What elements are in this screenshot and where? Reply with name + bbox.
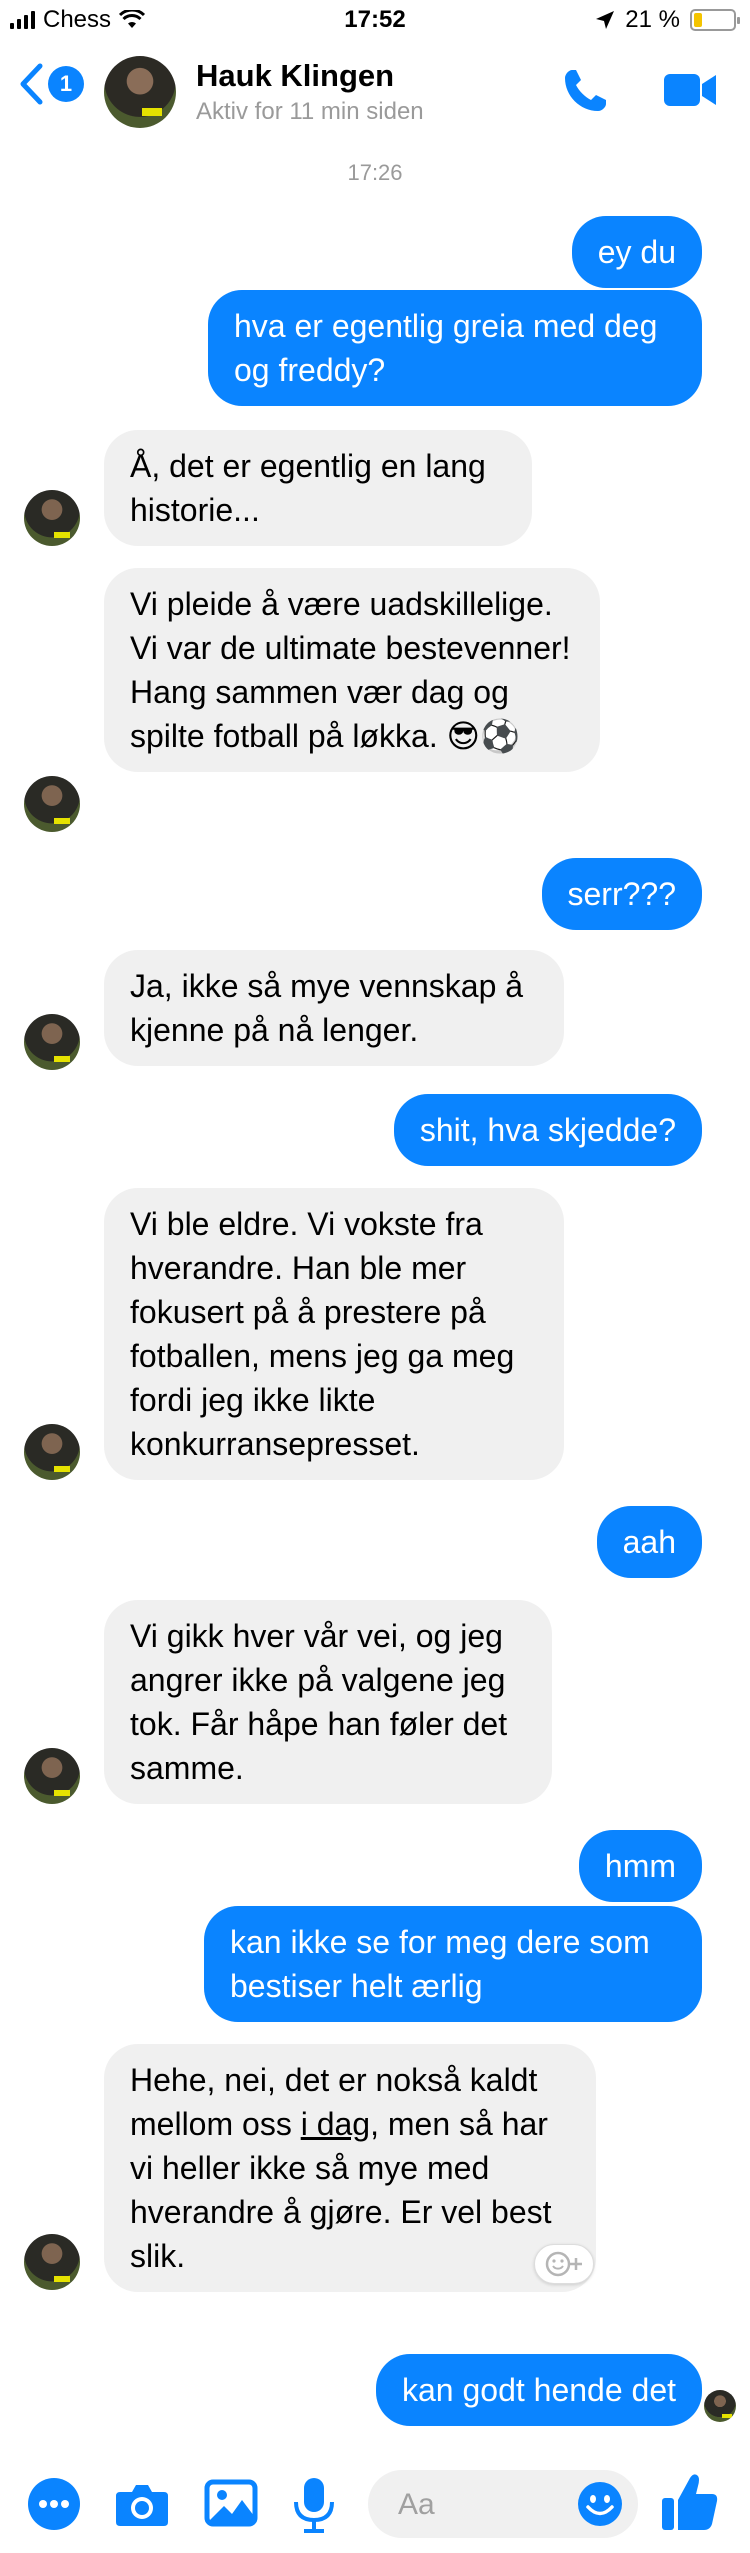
outgoing-message[interactable]: hmm xyxy=(578,1830,702,1902)
video-call-icon[interactable] xyxy=(662,70,718,110)
add-reaction-button[interactable] xyxy=(534,2244,594,2284)
microphone-icon[interactable] xyxy=(292,2476,336,2534)
contact-avatar-small[interactable] xyxy=(24,1424,80,1480)
contact-avatar-small[interactable] xyxy=(24,776,80,832)
battery-percent: 21 % xyxy=(625,6,680,33)
message-input[interactable]: Aa xyxy=(368,2470,638,2538)
contact-avatar[interactable] xyxy=(104,56,176,128)
incoming-message[interactable]: Vi pleide å være uadskillelige. Vi var d… xyxy=(104,568,600,772)
contact-avatar-small[interactable] xyxy=(24,1014,80,1070)
react-smiley-icon xyxy=(545,2251,582,2277)
contact-avatar-small[interactable] xyxy=(24,2234,80,2290)
emoji-icon[interactable] xyxy=(576,2480,624,2528)
thumbs-up-icon[interactable] xyxy=(660,2470,720,2534)
location-icon xyxy=(596,11,615,29)
message-timestamp: 17:26 xyxy=(347,160,403,185)
outgoing-message[interactable]: kan godt hende det xyxy=(375,2354,702,2426)
composer-bar: Aa xyxy=(0,2456,750,2553)
message-input-placeholder: Aa xyxy=(398,2488,435,2521)
camera-icon[interactable] xyxy=(114,2476,170,2532)
outgoing-message[interactable]: hva er egentlig greia med deg og freddy? xyxy=(208,290,702,406)
incoming-message[interactable]: Vi gikk hver vår vei, og jeg angrer ikke… xyxy=(104,1600,552,1804)
incoming-message[interactable]: Hehe, nei, det er nokså kaldt mellom oss… xyxy=(104,2044,596,2292)
more-icon[interactable] xyxy=(26,2476,82,2532)
outgoing-message[interactable]: serr??? xyxy=(541,858,702,930)
contact-avatar-small[interactable] xyxy=(24,490,80,546)
battery-icon xyxy=(690,9,740,31)
image-icon[interactable] xyxy=(204,2476,258,2530)
status-bar: Chess 17:52 21 % xyxy=(0,0,750,40)
conversation-header: 1 Hauk Klingen Aktiv for 11 min siden xyxy=(0,40,750,150)
back-chevron-icon xyxy=(20,63,43,105)
incoming-message[interactable]: Å, det er egentlig en lang historie... xyxy=(104,430,532,546)
outgoing-message[interactable]: kan ikke se for meg dere som bestiser he… xyxy=(204,1906,702,2022)
date-link[interactable]: i dag xyxy=(301,2106,370,2142)
outgoing-message[interactable]: shit, hva skjedde? xyxy=(393,1094,702,1166)
incoming-message[interactable]: Vi ble eldre. Vi vokste fra hverandre. H… xyxy=(104,1188,564,1480)
outgoing-message[interactable]: aah xyxy=(596,1506,702,1578)
back-button[interactable]: 1 xyxy=(18,62,84,106)
contact-name[interactable]: Hauk Klingen xyxy=(196,58,394,94)
read-receipt-avatar xyxy=(704,2390,736,2422)
contact-avatar-small[interactable] xyxy=(24,1748,80,1804)
unread-badge: 1 xyxy=(48,66,84,102)
contact-status: Aktiv for 11 min siden xyxy=(196,98,424,125)
phone-icon[interactable] xyxy=(560,66,610,116)
incoming-message[interactable]: Ja, ikke så mye vennskap å kjenne på nå … xyxy=(104,950,564,1066)
outgoing-message[interactable]: ey du xyxy=(571,216,702,288)
